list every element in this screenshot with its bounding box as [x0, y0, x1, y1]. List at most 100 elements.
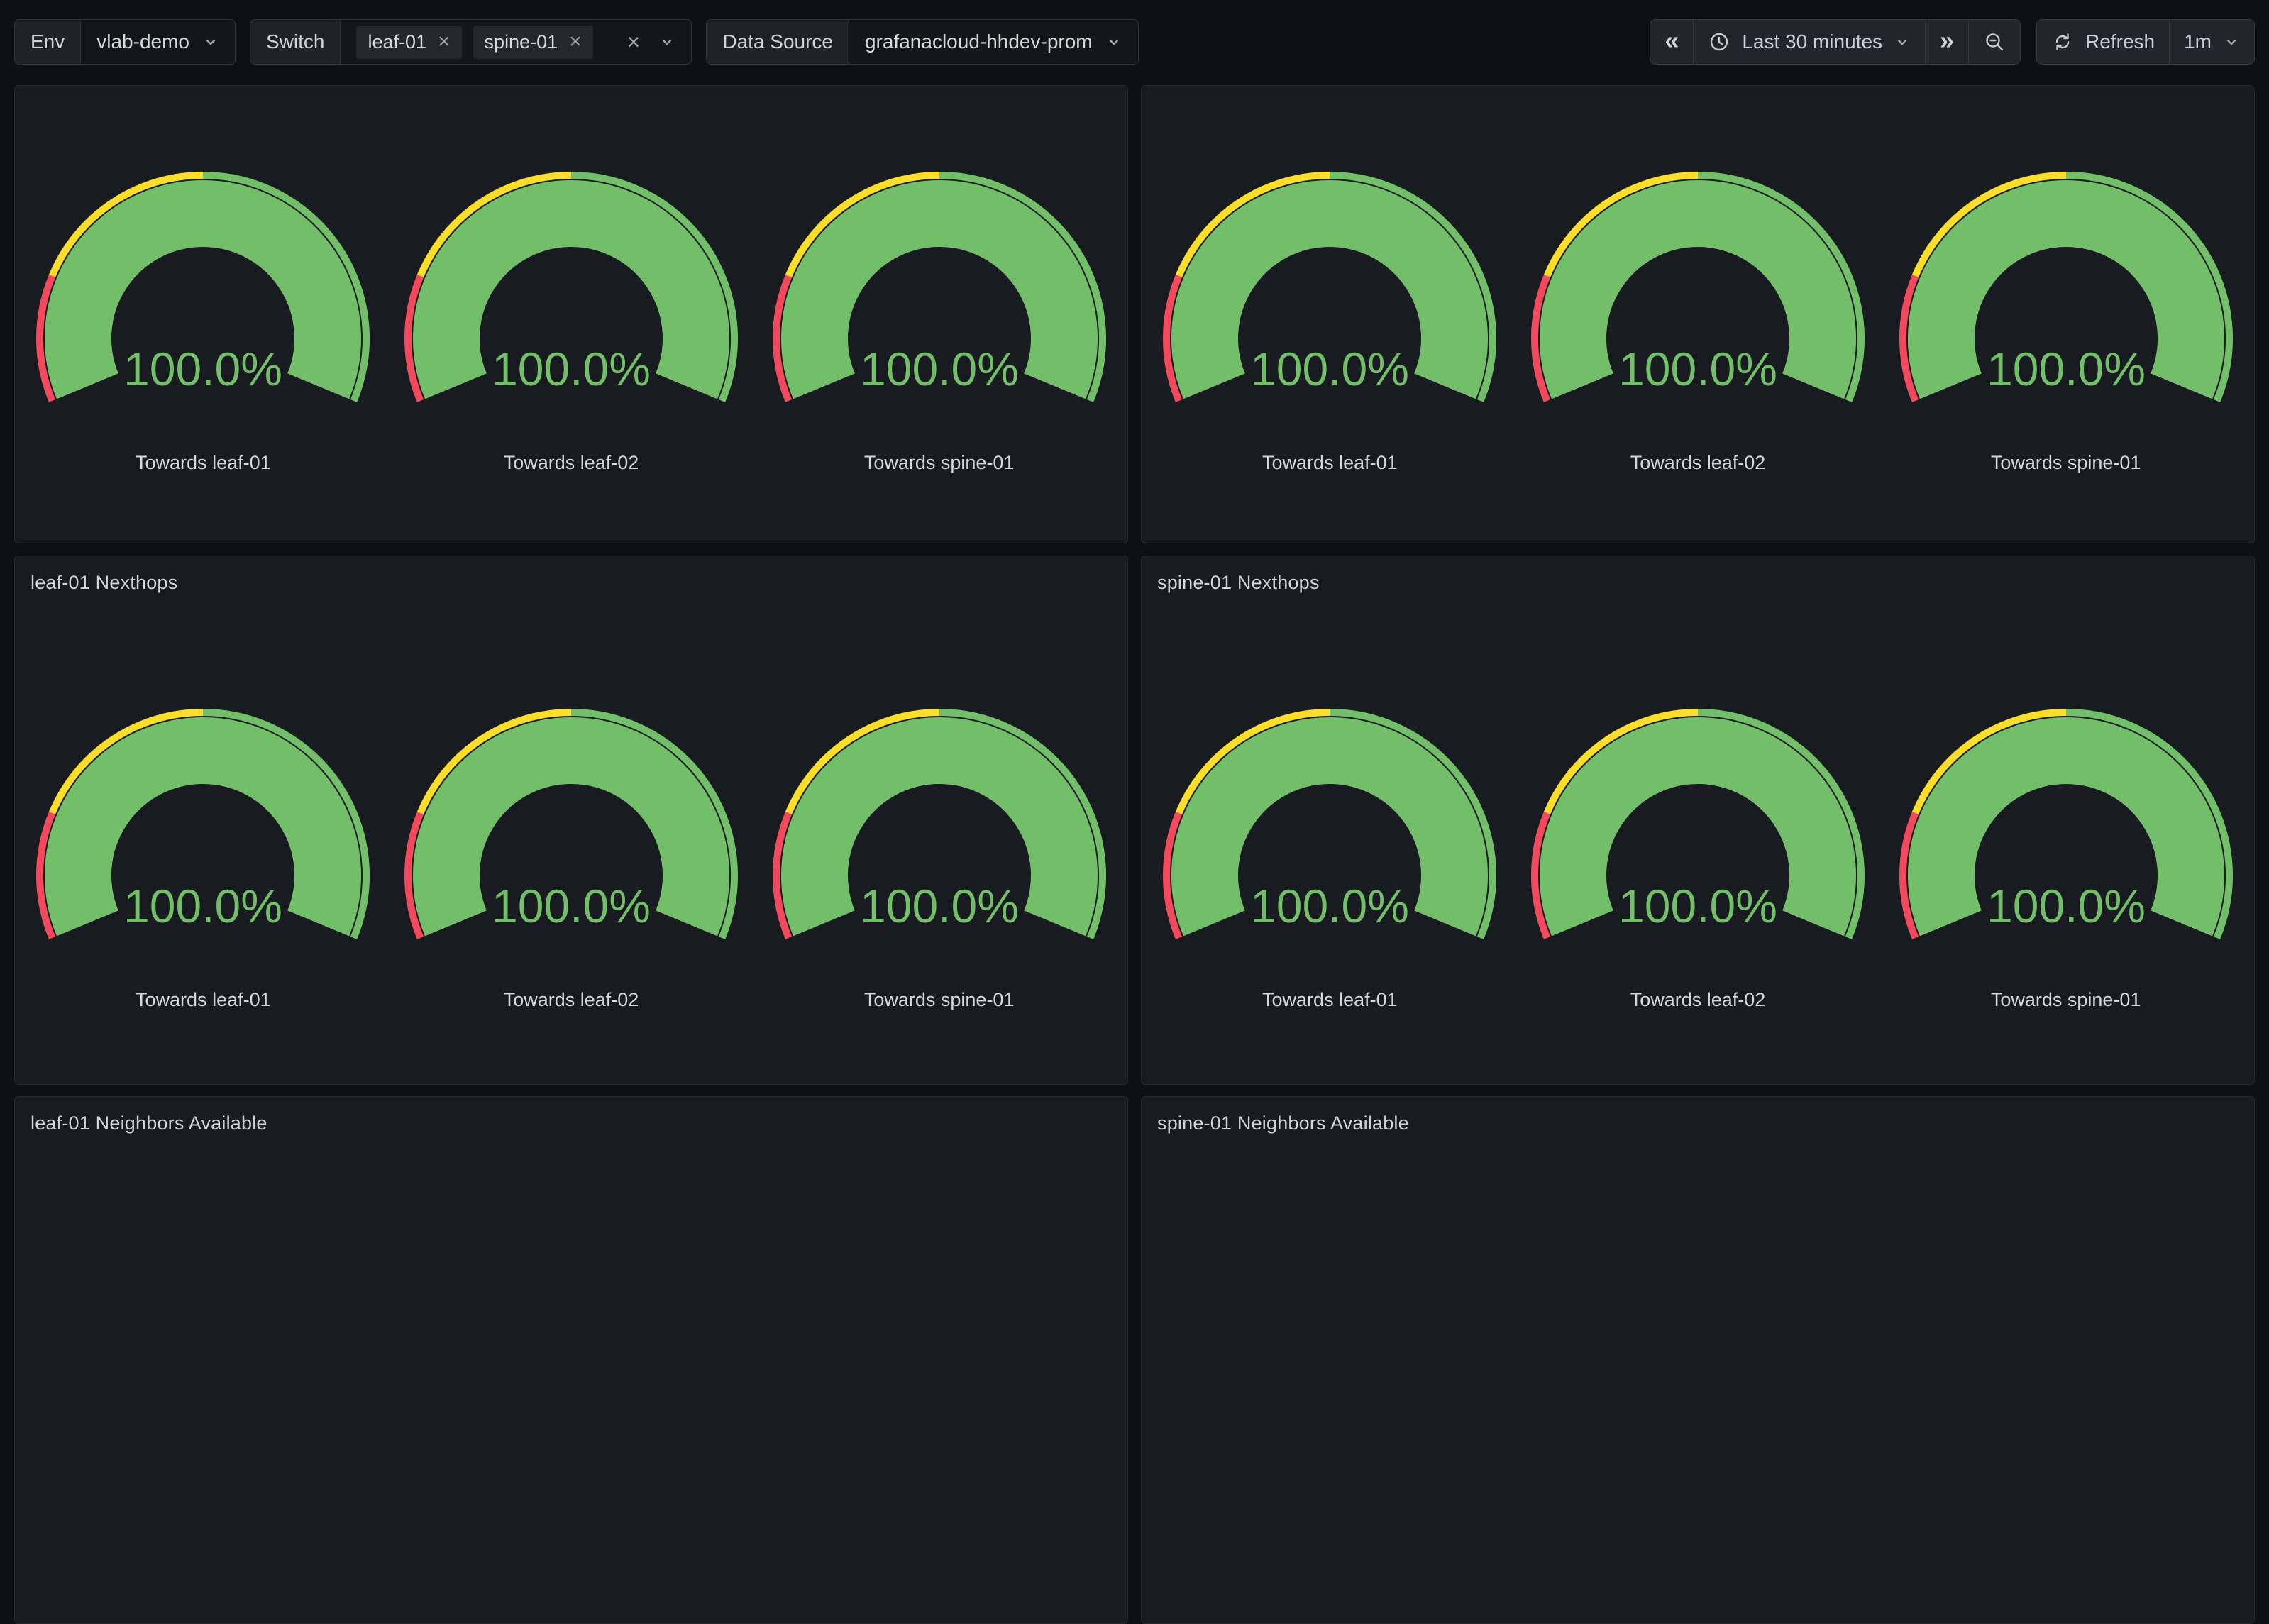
panel-leaf-01-nexthops: leaf-01 Nexthops 100.0%Towards leaf-0110… [14, 556, 1128, 1085]
panel-title[interactable]: leaf-01 Neighbors Available [15, 1097, 1127, 1135]
variable-switch: Switch leaf-01 × spine-01 × × [250, 19, 692, 65]
gauge-value: 100.0% [123, 880, 282, 932]
panel-title[interactable]: spine-01 Neighbors Available [1142, 1097, 2254, 1135]
chevron-down-icon [1105, 33, 1122, 50]
gauge-label: Towards leaf-01 [136, 989, 271, 1011]
chevron-down-icon [2223, 33, 2240, 50]
gauge-row: 100.0% Towards leaf-01 100.0% Towards leaf-… [1142, 595, 2254, 1011]
gauge-row: 100.0% Towards leaf-01 100.0%Towards leaf-… [1142, 86, 2254, 474]
gauge: 100.0% Towards leaf-02 [387, 161, 756, 474]
gauge-label: Towards leaf-01 [1262, 989, 1398, 1011]
zoom-out-button[interactable] [1969, 20, 2020, 64]
gauge-row: 100.0% Towards leaf-01 100.0% Towards leaf-… [15, 595, 1127, 1011]
gauge-chart: 100.0% [394, 161, 749, 409]
gauge: 100.0% Towards leaf-01 [19, 698, 387, 1011]
double-chevron-left-icon: « [1665, 28, 1679, 56]
gauge-chart: 100.0% [394, 698, 749, 946]
gauge-value: 100.0% [123, 343, 282, 395]
gauge-chart: 100.0% [1520, 161, 1875, 409]
gauge-label: Towards leaf-02 [1630, 989, 1766, 1011]
time-shift-back-button[interactable]: « [1650, 20, 1694, 64]
variable-datasource-label: Data Source [707, 20, 849, 64]
variable-env-label: Env [15, 20, 81, 64]
gauge-value: 100.0% [1987, 880, 2146, 932]
time-shift-forward-button[interactable]: » [1926, 20, 1969, 64]
gauge: 100.0%Towards leaf-02 [1514, 161, 1882, 474]
gauge-chart: 100.0% [762, 698, 1117, 946]
gauge-label: Towards spine-01 [1991, 989, 2141, 1011]
time-range-group: « Last 30 minutes » [1650, 19, 2021, 65]
gauge-value: 100.0% [1250, 880, 1409, 932]
panel-spine-01-neighbors-available: spine-01 Neighbors Available [1141, 1096, 2255, 1624]
time-range-button[interactable]: Last 30 minutes [1694, 20, 1926, 64]
gauge-label: Towards spine-01 [864, 452, 1015, 474]
gauge-value: 100.0% [860, 880, 1019, 932]
gauge-chart: 100.0% [1889, 698, 2243, 946]
gauge-chart: 100.0% [1152, 698, 1507, 946]
variable-switch-label: Switch [250, 20, 341, 64]
gauge-value: 100.0% [1250, 343, 1409, 395]
chip-remove-icon[interactable]: × [438, 31, 451, 53]
switch-chip[interactable]: leaf-01 × [356, 26, 461, 59]
gauge: 100.0% Towards spine-01 [1882, 698, 2250, 1011]
panel-leaf-01-neighbors-available: leaf-01 Neighbors Available [14, 1096, 1128, 1624]
gauge: 100.0% Towards leaf-01 [1146, 161, 1514, 474]
gauge-chart: 100.0% [1520, 698, 1875, 946]
refresh-label: Refresh [2085, 31, 2155, 53]
time-controls: « Last 30 minutes » Refresh 1m [1650, 19, 2255, 65]
refresh-button[interactable]: Refresh [2037, 20, 2170, 64]
variable-datasource: Data Source grafanacloud-hhdev-prom [706, 19, 1138, 65]
zoom-out-icon [1983, 31, 2006, 53]
refresh-interval-value: 1m [2184, 31, 2212, 53]
gauge: 100.0% Towards leaf-02 [387, 698, 756, 1011]
switch-chips: leaf-01 × spine-01 × [356, 26, 604, 59]
gauge-value: 100.0% [1987, 343, 2146, 395]
refresh-interval-button[interactable]: 1m [2170, 20, 2254, 64]
panel-untitled-1: 100.0% Towards leaf-01 100.0% Towards leaf-… [14, 85, 1128, 543]
panel-spine-01-nexthops: spine-01 Nexthops 100.0%Towards leaf-011… [1141, 556, 2255, 1085]
gauge-chart: 100.0% [26, 698, 380, 946]
time-range-label: Last 30 minutes [1742, 31, 1882, 53]
chip-label: leaf-01 [368, 31, 426, 53]
refresh-group: Refresh 1m [2036, 19, 2255, 65]
clear-all-icon[interactable]: × [627, 31, 641, 53]
chevron-down-icon [202, 33, 219, 50]
gauge: 100.0%Towards spine-01 [755, 698, 1123, 1011]
gauge: 100.0% Towards spine-01 [755, 161, 1123, 474]
gauge: 100.0% Towards leaf-02 [1514, 698, 1882, 1011]
gauge-row [15, 1135, 1127, 1239]
gauge-label: Towards leaf-02 [504, 989, 639, 1011]
gauge-value: 100.0% [492, 880, 651, 932]
panel-title[interactable]: spine-01 Nexthops [1142, 556, 2254, 595]
chevron-down-icon [1894, 33, 1911, 50]
gauge-row [1142, 1135, 2254, 1239]
gauge-row: 100.0% Towards leaf-01 100.0% Towards leaf-… [15, 86, 1127, 474]
gauge: 100.0% Towards leaf-01 [1146, 698, 1514, 1011]
variable-env: Env vlab-demo [14, 19, 236, 65]
switch-chip[interactable]: spine-01 × [473, 26, 593, 59]
panel-title[interactable]: leaf-01 Nexthops [15, 556, 1127, 595]
variable-datasource-select[interactable]: grafanacloud-hhdev-prom [849, 20, 1138, 64]
gauge-chart: 100.0% [26, 161, 380, 409]
chevron-down-icon [658, 33, 675, 50]
gauge-label: Towards leaf-01 [136, 452, 271, 474]
gauge: 100.0% Towards leaf-01 [19, 161, 387, 474]
gauge-chart: 100.0% [762, 161, 1117, 409]
variable-env-value: vlab-demo [96, 31, 189, 53]
gauge-label: Towards spine-01 [1991, 452, 2141, 474]
chip-label: spine-01 [485, 31, 558, 53]
gauge: 100.0% Towards spine-01 [1882, 161, 2250, 474]
clock-icon [1708, 31, 1730, 53]
dashboard-toolbar: Env vlab-demo Switch leaf-01 × spine-01 × ×… [0, 0, 2269, 84]
panel-untitled-2: 100.0% Towards leaf-01 100.0%Towards leaf-… [1141, 85, 2255, 543]
gauge-label: Towards leaf-02 [504, 452, 639, 474]
gauge-value: 100.0% [492, 343, 651, 395]
variable-switch-select[interactable]: leaf-01 × spine-01 × × [341, 20, 691, 64]
gauge-chart: 100.0% [1889, 161, 2243, 409]
gauge-chart: 100.0% [1152, 161, 1507, 409]
variable-env-select[interactable]: vlab-demo [81, 20, 235, 64]
variable-datasource-value: grafanacloud-hhdev-prom [865, 31, 1093, 53]
chip-remove-icon[interactable]: × [569, 31, 582, 53]
gauge-value: 100.0% [1618, 343, 1777, 395]
gauge-label: Towards leaf-01 [1262, 452, 1398, 474]
